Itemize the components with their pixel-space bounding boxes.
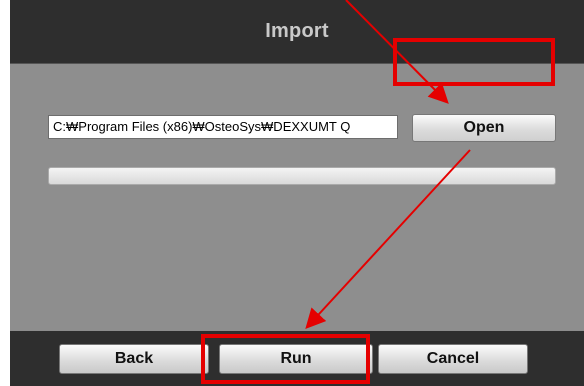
open-button[interactable]: Open <box>412 114 556 142</box>
import-progress-bar <box>48 167 556 185</box>
run-button-highlight <box>201 334 370 384</box>
file-path-field[interactable]: C:₩Program Files (x86)₩OsteoSys₩DEXXUMT … <box>48 115 398 139</box>
dialog-content: C:₩Program Files (x86)₩OsteoSys₩DEXXUMT … <box>10 64 584 330</box>
back-button[interactable]: Back <box>59 344 209 374</box>
cancel-button[interactable]: Cancel <box>378 344 528 374</box>
dialog-title: Import <box>265 20 329 42</box>
screenshot-stage: Import C:₩Program Files (x86)₩OsteoSys₩D… <box>0 0 584 386</box>
open-button-highlight <box>393 38 555 86</box>
